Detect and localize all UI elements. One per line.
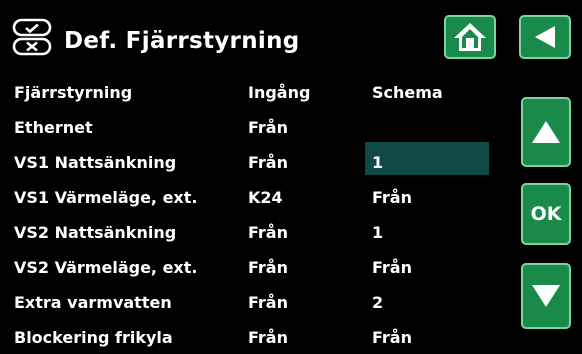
input-value[interactable]: Från	[248, 223, 288, 242]
schedule-value[interactable]: 2	[372, 293, 383, 312]
column-header-input: Ingång	[248, 83, 311, 102]
table-row-ethernet[interactable]: Ethernet Från	[0, 109, 510, 144]
row-label: VS1 Nattsänkning	[14, 153, 177, 172]
table-header-row: Fjärrstyrning Ingång Schema	[0, 74, 510, 109]
input-value[interactable]: K24	[248, 188, 283, 207]
table-row-blockering-frikyla[interactable]: Blockering frikyla Från Från	[0, 319, 510, 354]
scroll-up-button[interactable]	[521, 97, 571, 167]
arrow-up-icon	[532, 121, 560, 143]
ok-label: OK	[530, 203, 562, 225]
back-button[interactable]	[519, 15, 571, 59]
page-title: Def. Fjärrstyrning	[64, 28, 300, 54]
table-row-extra-varmvatten[interactable]: Extra varmvatten Från 2	[0, 284, 510, 319]
table-row-vs1-nattsankning[interactable]: VS1 Nattsänkning Från 1	[0, 144, 510, 179]
table-row-vs1-varmelage[interactable]: VS1 Värmeläge, ext. K24 Från	[0, 179, 510, 214]
home-button[interactable]	[444, 15, 496, 59]
schedule-value[interactable]: 1	[372, 223, 383, 242]
home-icon	[454, 23, 486, 51]
table-row-vs2-varmelage[interactable]: VS2 Värmeläge, ext. Från Från	[0, 249, 510, 284]
input-value[interactable]: Från	[248, 153, 288, 172]
row-label: VS2 Nattsänkning	[14, 223, 177, 242]
back-arrow-icon	[535, 26, 555, 48]
ok-button[interactable]: OK	[521, 183, 571, 245]
row-label: Blockering frikyla	[14, 328, 173, 347]
row-label: Ethernet	[14, 118, 93, 137]
input-value[interactable]: Från	[248, 328, 288, 347]
remote-control-icon	[12, 18, 52, 56]
column-header-schedule: Schema	[372, 83, 443, 102]
arrow-down-icon	[532, 285, 560, 307]
schedule-value[interactable]: Från	[372, 188, 412, 207]
schedule-value[interactable]: Från	[372, 258, 412, 277]
input-value[interactable]: Från	[248, 293, 288, 312]
scroll-down-button[interactable]	[521, 263, 571, 329]
input-value[interactable]: Från	[248, 258, 288, 277]
input-value[interactable]: Från	[248, 118, 288, 137]
schedule-value[interactable]: Från	[372, 328, 412, 347]
table-row-vs2-nattsankning[interactable]: VS2 Nattsänkning Från 1	[0, 214, 510, 249]
row-label: VS1 Värmeläge, ext.	[14, 188, 198, 207]
title-bar: Def. Fjärrstyrning	[0, 0, 582, 78]
column-header-name: Fjärrstyrning	[14, 83, 133, 102]
schedule-value-selected[interactable]: 1	[372, 153, 383, 172]
row-label: VS2 Värmeläge, ext.	[14, 258, 198, 277]
row-label: Extra varmvatten	[14, 293, 172, 312]
remote-control-table: Fjärrstyrning Ingång Schema Ethernet Frå…	[0, 74, 510, 354]
